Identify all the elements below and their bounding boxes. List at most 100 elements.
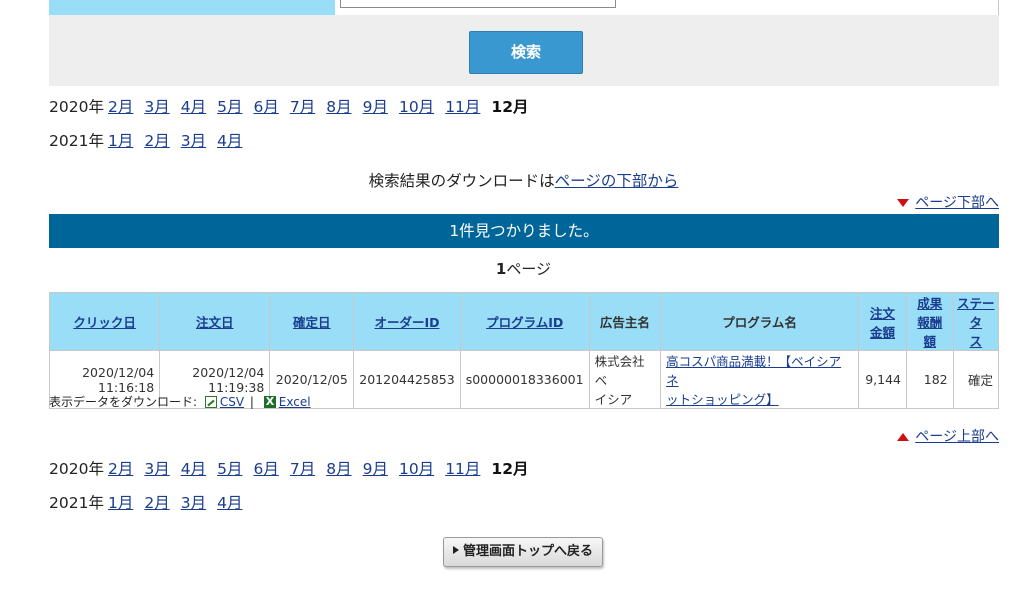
bottom-2020-year: 2020年 <box>49 460 104 478</box>
jump-to-bottom-label[interactable]: ページ下部へ <box>915 195 999 211</box>
top-2020-month-link[interactable]: 5月 <box>217 98 242 116</box>
jump-to-top[interactable]: ページ上部へ <box>897 428 999 446</box>
advertiser-l1: 株式会社ベ <box>594 354 645 388</box>
page-indicator: 1ページ <box>0 258 1029 280</box>
top-2020-month-link[interactable]: 9月 <box>363 98 388 116</box>
th-program-id[interactable]: プログラムID <box>459 292 590 351</box>
table-header-row: クリック日 注文日 確定日 オーダーID プログラムID 広告主名 プログラム名… <box>48 292 1000 351</box>
th-status-l2: タ <box>969 315 983 330</box>
page: 検索 2020年 2月 3月 4月 5月 6月 7月 8月 9月 10月 11月 12月 2021年 1… <box>0 0 1029 615</box>
bottom-2020-month-link[interactable]: 7月 <box>290 460 315 478</box>
month-nav-bottom-2020: 2020年 2月 3月 4月 5月 6月 7月 8月 9月 10月 11月 12月 <box>49 458 540 480</box>
bottom-2020-month-link[interactable]: 4月 <box>181 460 206 478</box>
th-reward-l2: 報酬 <box>917 315 943 330</box>
cell-reward: 182 <box>906 350 954 409</box>
search-form-input[interactable] <box>340 0 616 8</box>
th-order-id-label[interactable]: オーダーID <box>374 315 439 330</box>
top-2020-month-link[interactable]: 8月 <box>326 98 351 116</box>
th-order-amount-l1: 注文 <box>870 305 896 321</box>
bottom-2020-month-link[interactable]: 6月 <box>253 460 278 478</box>
th-order-date[interactable]: 注文日 <box>159 292 271 351</box>
th-confirm-date[interactable]: 確定日 <box>269 292 355 351</box>
download-row: 表示データをダウンロード: CSV | Excel <box>49 394 311 410</box>
page-number: 1 <box>495 260 507 278</box>
top-2021-month-link[interactable]: 3月 <box>181 132 206 150</box>
bottom-2021-month-link[interactable]: 3月 <box>181 494 206 512</box>
top-2020-month-link[interactable]: 2月 <box>108 98 133 116</box>
th-order-date-label[interactable]: 注文日 <box>196 315 234 330</box>
download-note: 検索結果のダウンロードはページの下部から <box>0 170 1029 192</box>
th-reward-l3: 額 <box>923 334 937 349</box>
click-time: 11:16:18 <box>98 379 155 395</box>
bottom-2020-month-link[interactable]: 5月 <box>217 460 242 478</box>
click-date: 2020/12/04 <box>82 364 155 380</box>
top-2020-month-link[interactable]: 11月 <box>445 98 480 116</box>
back-to-admin-top-button[interactable]: 管理画面トップへ戻る <box>443 537 603 567</box>
cell-program-name: 高コスパ商品満載！【ベイシアネ ットショッピング】 <box>660 350 860 409</box>
bottom-2020-month-link[interactable]: 10月 <box>399 460 434 478</box>
th-reward-label[interactable]: 成果 報酬額 <box>917 296 942 349</box>
top-2021-year: 2021年 <box>49 132 104 150</box>
jump-to-top-label[interactable]: ページ上部へ <box>915 429 999 445</box>
results-table: クリック日 注文日 確定日 オーダーID プログラムID 広告主名 プログラム名… <box>48 292 1000 409</box>
download-note-link[interactable]: ページの下部から <box>555 172 679 190</box>
th-click-date-label[interactable]: クリック日 <box>73 315 136 330</box>
th-order-amount-label[interactable]: 注文 金額 <box>870 306 895 340</box>
top-2020-current-month: 12月 <box>491 98 529 116</box>
th-advertiser: 広告主名 <box>588 292 662 351</box>
program-name-link[interactable]: 高コスパ商品満載！【ベイシアネ ットショッピング】 <box>666 354 841 407</box>
th-program-id-label[interactable]: プログラムID <box>486 315 563 330</box>
program-name-l1: 高コスパ商品満載！【ベイシアネ <box>666 354 842 388</box>
search-panel: 検索 <box>49 0 999 86</box>
bottom-2020-month-link[interactable]: 11月 <box>445 460 480 478</box>
cell-advertiser: 株式会社ベ イシア <box>588 350 662 409</box>
th-reward-l1: 成果 <box>917 296 943 311</box>
cell-program-id: s00000018336001 <box>459 350 590 409</box>
top-2020-month-link[interactable]: 4月 <box>181 98 206 116</box>
search-button[interactable]: 検索 <box>469 31 583 74</box>
excel-file-icon <box>263 394 276 410</box>
bottom-2020-month-link[interactable]: 8月 <box>326 460 351 478</box>
month-nav-top-2021: 2021年 1月 2月 3月 4月 <box>49 130 253 152</box>
bottom-2021-month-link[interactable]: 4月 <box>217 494 242 512</box>
jump-to-bottom[interactable]: ページ下部へ <box>897 194 999 212</box>
top-2020-month-link[interactable]: 3月 <box>144 98 169 116</box>
bottom-2021-month-link[interactable]: 1月 <box>108 494 133 512</box>
csv-download-link[interactable]: CSV <box>220 395 244 409</box>
th-order-id[interactable]: オーダーID <box>353 292 461 351</box>
bottom-2020-month-link[interactable]: 3月 <box>144 460 169 478</box>
result-count-banner: 1件見つかりました。 <box>49 214 999 248</box>
th-reward[interactable]: 成果 報酬額 <box>906 292 954 351</box>
triangle-up-icon <box>897 433 910 441</box>
th-click-date[interactable]: クリック日 <box>48 292 161 351</box>
top-2021-month-link[interactable]: 1月 <box>108 132 133 150</box>
th-status[interactable]: ステータス <box>952 292 1000 351</box>
th-status-label[interactable]: ステータス <box>957 296 995 349</box>
excel-download-link[interactable]: Excel <box>279 395 311 409</box>
cell-order-id: 201204425853 <box>353 350 461 409</box>
th-order-amount[interactable]: 注文 金額 <box>858 292 907 351</box>
th-confirm-date-label[interactable]: 確定日 <box>293 315 331 330</box>
cell-status: 確定 <box>952 350 1000 409</box>
search-form-row <box>49 0 999 15</box>
top-2020-month-link[interactable]: 10月 <box>399 98 434 116</box>
top-2021-month-link[interactable]: 4月 <box>217 132 242 150</box>
advertiser-l2: イシア <box>594 392 633 407</box>
month-nav-bottom-2021: 2021年 1月 2月 3月 4月 <box>49 492 253 514</box>
bottom-2020-month-link[interactable]: 9月 <box>363 460 388 478</box>
triangle-down-icon <box>897 199 910 207</box>
bottom-2020-current-month: 12月 <box>491 460 529 478</box>
top-2020-month-link[interactable]: 6月 <box>253 98 278 116</box>
search-form-label-cell <box>49 0 335 15</box>
top-2021-month-link[interactable]: 2月 <box>144 132 169 150</box>
csv-file-icon <box>204 396 217 408</box>
download-label: 表示データをダウンロード: <box>49 395 198 409</box>
th-status-l1: ステー <box>957 296 995 311</box>
top-2020-month-link[interactable]: 7月 <box>290 98 315 116</box>
top-2020-year: 2020年 <box>49 98 104 116</box>
play-icon <box>452 546 459 554</box>
download-note-text: 検索結果のダウンロードは <box>368 172 555 190</box>
bottom-2020-month-link[interactable]: 2月 <box>108 460 133 478</box>
order-date: 2020/12/04 <box>192 364 265 380</box>
bottom-2021-month-link[interactable]: 2月 <box>144 494 169 512</box>
